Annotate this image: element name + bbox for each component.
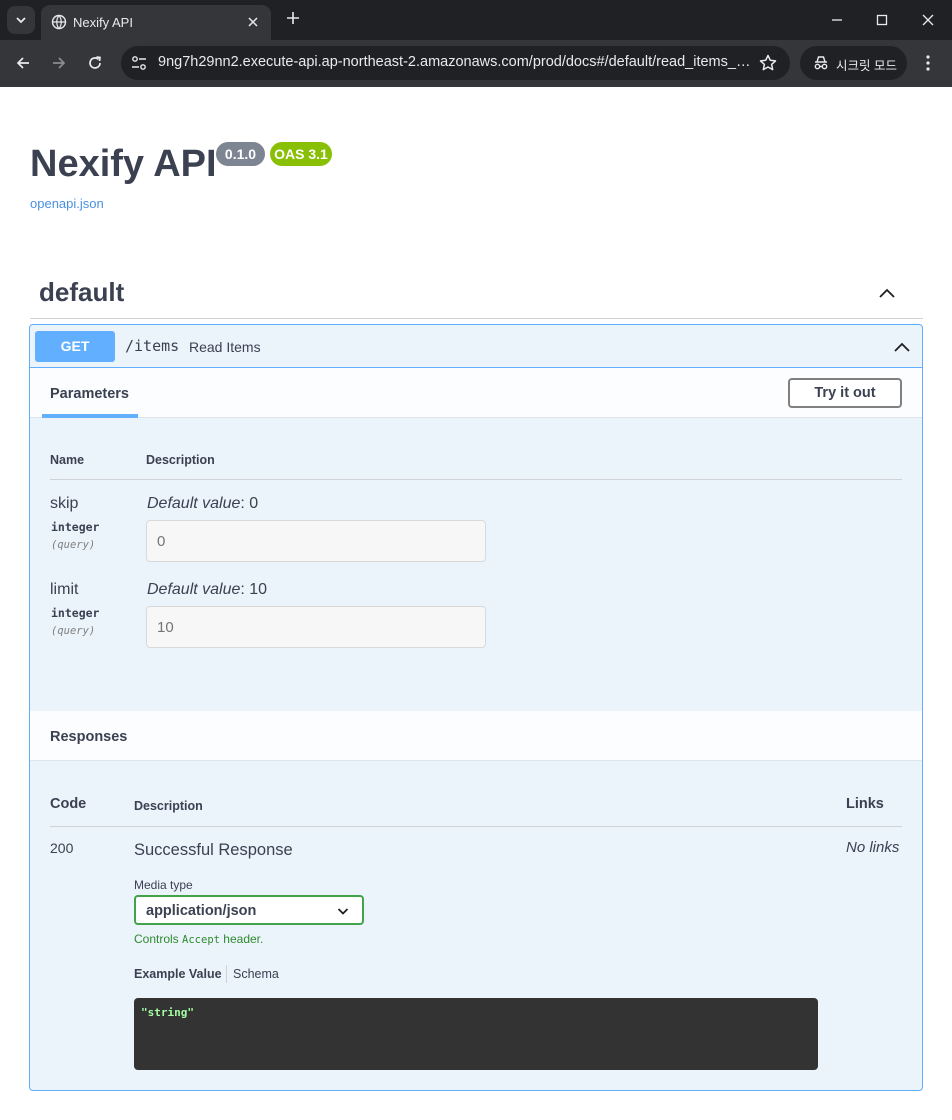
responses-title: Responses [50,729,128,745]
close-window-icon[interactable] [918,10,938,30]
responses-header: Responses [30,711,922,761]
operation-summary[interactable]: GET /items Read Items [30,325,922,368]
parameters-tab-label: Parameters [50,386,129,402]
api-title: Nexify API [30,143,217,185]
accept-code: Accept [182,934,220,946]
tab-title: Nexify API [73,15,133,30]
controls-suffix: header. [219,932,264,946]
minimize-icon[interactable] [827,10,847,30]
maximize-icon[interactable] [872,10,892,30]
example-value: "string" [141,1006,194,1019]
globe-icon [51,14,67,30]
parameter-type: integer [51,606,100,620]
chevron-up-icon[interactable] [877,283,897,303]
response-code: 200 [50,840,74,856]
column-header-code: Code [50,796,87,812]
version-badge: 0.1.0 [216,142,265,166]
default-label: Default value [147,495,241,512]
url-text: 9ng7h29nn2.execute-api.ap-northeast-2.am… [158,54,753,70]
incognito-indicator[interactable]: 시크릿 모드 [800,46,907,80]
browser-toolbar: 9ng7h29nn2.execute-api.ap-northeast-2.am… [0,40,952,87]
tab-bar: Nexify API [0,0,952,40]
media-type-value: application/json [146,903,257,919]
example-code-block: "string" [134,998,818,1070]
try-it-out-button[interactable]: Try it out [788,378,902,408]
column-header-links: Links [846,796,884,812]
new-tab-icon[interactable] [282,8,304,30]
tab-search-icon[interactable] [7,6,35,34]
limit-input[interactable] [146,606,486,648]
controls-accept-note: Controls Accept header. [134,932,263,946]
close-tab-icon[interactable] [243,12,263,32]
column-header-description: Description [146,453,215,467]
chevron-up-icon[interactable] [892,337,912,357]
bookmark-star-icon[interactable] [758,53,778,73]
divider [50,826,902,827]
forward-icon[interactable] [48,52,70,74]
tab-parameters[interactable]: Parameters [42,368,138,418]
chevron-down-icon [337,908,349,915]
oas-badge: OAS 3.1 [270,142,332,166]
controls-prefix: Controls [134,932,183,946]
tag-section-default[interactable]: default [30,267,923,319]
method-badge: GET [35,331,115,362]
incognito-label: 시크릿 모드 [836,59,897,73]
browser-tab[interactable]: Nexify API [41,5,271,40]
default-label: Default value [147,581,241,598]
swagger-page: Nexify API 0.1.0 OAS 3.1 openapi.json de… [0,87,952,1120]
response-links: No links [846,839,900,856]
active-tab-underline [42,414,138,418]
parameter-location: (query) [51,625,96,637]
operation-get-items: GET /items Read Items Parameters Try it … [29,324,923,1091]
openapi-json-link[interactable]: openapi.json [30,196,104,211]
tab-example-value[interactable]: Example Value [134,967,222,981]
site-info-icon[interactable] [129,53,149,73]
parameters-header: Parameters Try it out [30,368,922,418]
response-description: Successful Response [134,841,293,859]
address-bar[interactable]: 9ng7h29nn2.execute-api.ap-northeast-2.am… [121,46,790,80]
parameter-type: integer [51,520,100,534]
browser-chrome: Nexify API 9ng7h29nn2.execute-api.ap-nor… [0,0,952,87]
more-options-icon[interactable] [917,52,939,74]
parameter-name: skip [50,495,79,512]
reload-icon[interactable] [84,52,106,74]
operation-path: /items [125,337,180,355]
parameter-default: Default value: 0 [147,495,258,513]
parameter-default: Default value: 10 [147,581,267,599]
media-type-label: Media type [134,878,193,892]
tag-name: default [39,277,125,307]
parameter-name: limit [50,581,79,598]
tab-schema[interactable]: Schema [233,967,279,981]
back-icon[interactable] [12,52,34,74]
incognito-icon [814,56,828,70]
column-header-description: Description [134,799,203,813]
skip-input[interactable] [146,520,486,562]
column-header-name: Name [50,453,85,467]
parameter-location: (query) [51,539,96,551]
default-value: : 10 [240,581,268,598]
default-value: : 0 [240,495,259,512]
tab-separator [226,965,227,983]
divider [50,479,902,480]
operation-description: Read Items [189,339,261,355]
media-type-select[interactable]: application/json [134,895,364,925]
